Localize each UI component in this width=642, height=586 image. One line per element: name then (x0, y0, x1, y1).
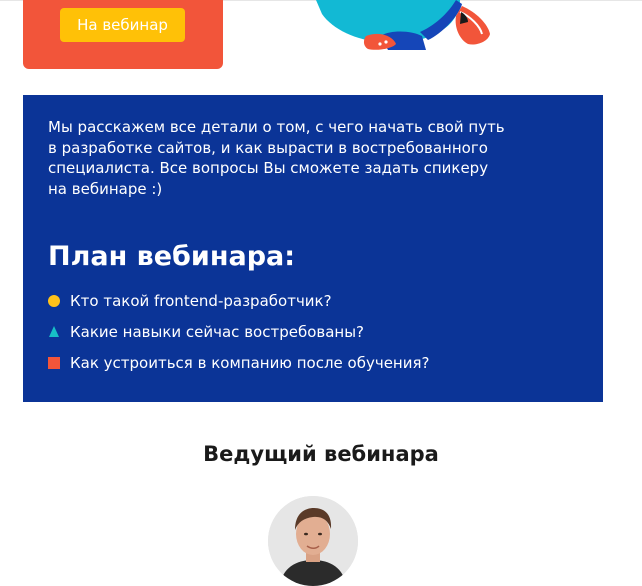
intro-line: в разработке сайтов, и как вырасти в вос… (48, 138, 488, 157)
plan-title: План вебинара: (48, 241, 296, 272)
intro-line: Мы расскажем все детали о том, с чего на… (48, 118, 505, 136)
plan-item-label: Какие навыки сейчас востребованы? (70, 322, 365, 341)
host-section-title: Ведущий вебинара (203, 442, 439, 466)
plan-item: Какие навыки сейчас востребованы? (48, 316, 429, 347)
plan-item: Кто такой frontend-разработчик? (48, 285, 429, 316)
speaker-photo-icon (268, 496, 358, 586)
intro-text: Мы расскажем все детали о том, с чего на… (48, 117, 548, 199)
intro-line: на вебинаре :) (48, 179, 163, 198)
red-square-bullet-icon (48, 356, 60, 369)
teal-triangle-bullet-icon (49, 326, 59, 337)
webinar-info-panel: Мы расскажем все детали о том, с чего на… (23, 95, 603, 402)
person-sneakers-illustration (316, 0, 490, 50)
speaker-avatar (268, 496, 358, 586)
plan-item-label: Кто такой frontend-разработчик? (70, 291, 332, 310)
intro-line: специалиста. Все вопросы Вы сможете зада… (48, 159, 489, 177)
plan-list: Кто такой frontend-разработчик? Какие на… (48, 285, 429, 378)
webinar-signup-button[interactable]: На вебинар (60, 8, 185, 42)
plan-item-label: Как устроиться в компанию после обучения… (70, 353, 430, 372)
plan-item: Как устроиться в компанию после обучения… (48, 347, 429, 378)
hero-card: На вебинар (23, 0, 223, 69)
yellow-circle-bullet-icon (48, 294, 60, 307)
